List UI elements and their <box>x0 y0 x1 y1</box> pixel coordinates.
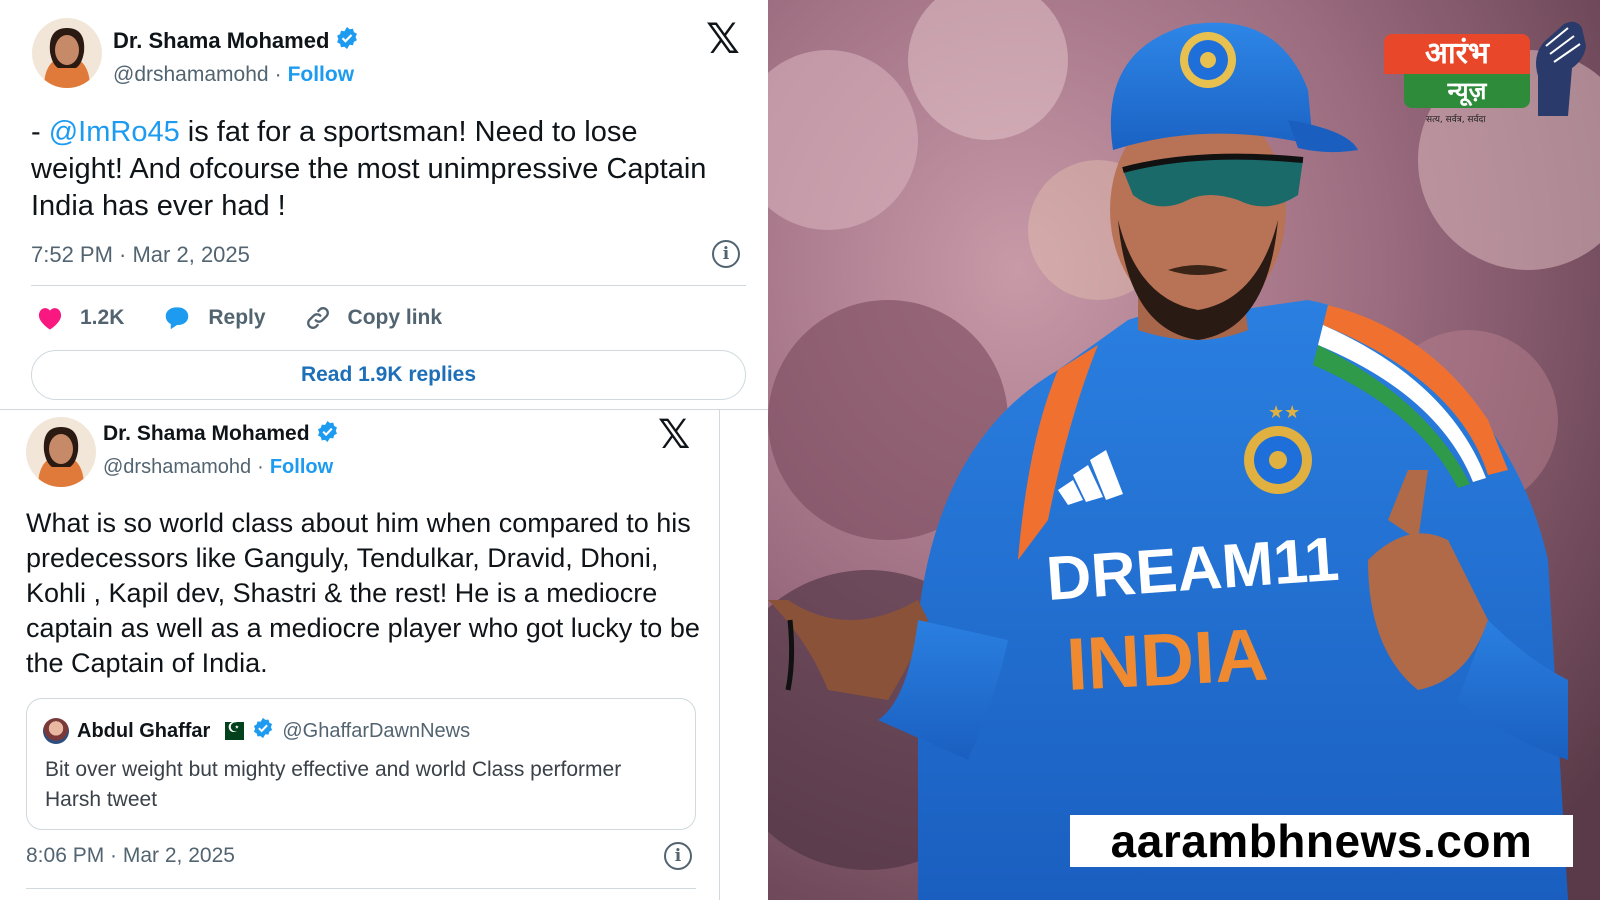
cricketer-photo: ★★ DREAM11 INDIA <box>768 0 1600 900</box>
tweet-text: What is so world class about him when co… <box>26 508 700 678</box>
author-handle[interactable]: @drshamamohd <box>113 63 269 87</box>
divider <box>31 285 746 286</box>
mention-link[interactable]: @ImRo45 <box>49 116 180 148</box>
tweet-actions: 1.2K Reply Copy link <box>36 304 480 332</box>
like-button[interactable]: 1.2K <box>36 305 124 331</box>
site-url-banner: aarambhnews.com <box>1070 815 1573 867</box>
jersey-country-text: INDIA <box>1064 613 1270 706</box>
tweet-timestamp[interactable]: 7:52 PM · Mar 2, 2025 <box>31 242 250 268</box>
copy-link-label: Copy link <box>347 306 443 329</box>
tweet-timestamp[interactable]: 8:06 PM · Mar 2, 2025 <box>26 844 235 868</box>
verified-badge-icon <box>335 26 359 55</box>
reply-label: Reply <box>208 306 266 329</box>
logo-tagline: सत्य, सर्वत्र, सर्वदा <box>1426 115 1486 125</box>
copy-link-button[interactable]: Copy link <box>304 304 443 332</box>
author-handle[interactable]: @drshamamohd <box>103 456 251 479</box>
quoted-author-handle[interactable]: @GhaffarDawnNews <box>282 720 470 743</box>
info-icon[interactable]: i <box>712 240 740 268</box>
x-logo-icon[interactable]: 𝕏 <box>706 18 740 60</box>
logo-text-top: आरंभ <box>1384 34 1530 74</box>
quoted-tweet[interactable]: Abdul Ghaffar @GhaffarDawnNews Bit over … <box>26 698 696 830</box>
x-logo-icon[interactable]: 𝕏 <box>658 415 690 455</box>
raised-fist-icon <box>1524 16 1590 120</box>
quoted-text-line-2: Harsh tweet <box>45 788 158 811</box>
like-count: 1.2K <box>80 306 125 329</box>
logo-text-bottom: न्यूज़ <box>1404 74 1530 108</box>
tweet-text-prefix: - <box>31 116 49 148</box>
quoted-author-avatar[interactable] <box>43 718 69 744</box>
svg-text:★★: ★★ <box>1268 402 1300 423</box>
tweet-card-2: Dr. Shama Mohamed @drshamamohd · Follow … <box>0 410 720 900</box>
author-name[interactable]: Dr. Shama Mohamed <box>113 28 329 54</box>
pakistan-flag-icon <box>218 720 245 740</box>
quoted-tweet-text: Bit over weight but mighty effective and… <box>45 755 679 815</box>
quoted-author-name[interactable]: Abdul Ghaffar <box>77 720 210 743</box>
link-icon <box>304 304 332 332</box>
divider <box>26 888 696 889</box>
author-avatar[interactable] <box>32 18 102 88</box>
author-avatar[interactable] <box>26 417 96 487</box>
heart-icon <box>36 305 64 331</box>
verified-badge-icon <box>316 420 339 448</box>
tweet-card-1: Dr. Shama Mohamed @drshamamohd · Follow … <box>0 0 768 410</box>
aarambh-news-logo[interactable]: आरंभ न्यूज़ सत्य, सर्वत्र, सर्वदा <box>1384 16 1590 125</box>
quoted-text-line-1: Bit over weight but mighty effective and… <box>45 758 622 781</box>
verified-badge-icon <box>252 717 274 745</box>
follow-button[interactable]: Follow <box>288 63 355 87</box>
follow-button[interactable]: Follow <box>270 456 333 479</box>
quoted-tweet-header: Abdul Ghaffar @GhaffarDawnNews <box>43 717 470 745</box>
separator-dot: · <box>274 63 282 86</box>
info-icon[interactable]: i <box>664 842 692 870</box>
read-replies-button[interactable]: Read 1.9K replies <box>31 350 746 400</box>
tweet-text: - @ImRo45 is fat for a sportsman! Need t… <box>31 114 731 225</box>
reply-bubble-icon <box>162 304 192 332</box>
author-name[interactable]: Dr. Shama Mohamed <box>103 422 310 446</box>
separator-dot: · <box>257 456 264 478</box>
reply-button[interactable]: Reply <box>162 304 266 332</box>
